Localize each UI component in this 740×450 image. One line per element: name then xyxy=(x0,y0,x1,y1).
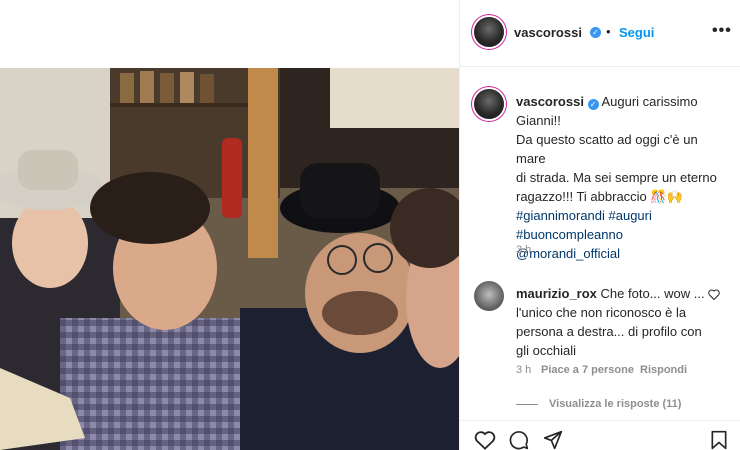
view-replies-button[interactable]: Visualizza le risposte (11) xyxy=(549,398,681,410)
comment-reply-button[interactable]: Rispondi xyxy=(640,364,687,376)
post-media-area xyxy=(0,0,459,450)
caption-line-2: Gianni!! xyxy=(516,113,561,128)
caption-emoji: 🎊🙌 xyxy=(650,189,683,204)
caption-hashtags-2[interactable]: #buoncompleanno xyxy=(516,225,726,244)
comment-body: maurizio_rox Che foto... wow ... l'unico… xyxy=(516,284,706,360)
caption-line-4: di strada. Ma sei sempre un eterno xyxy=(516,170,717,185)
comment-icon[interactable] xyxy=(508,430,530,450)
caption-mention[interactable]: @morandi_official xyxy=(516,244,726,263)
caption-author-avatar[interactable] xyxy=(474,89,504,119)
actions-divider xyxy=(460,420,740,421)
post-side-panel: vascorossi ✓ • Segui ••• vascorossi ✓ Au… xyxy=(460,0,740,450)
post-photo[interactable] xyxy=(0,68,459,450)
caption-hashtags-1[interactable]: #giannimorandi #auguri xyxy=(516,206,726,225)
author-avatar[interactable] xyxy=(474,17,504,47)
post-caption: vascorossi ✓ Auguri carissimo Gianni!! D… xyxy=(516,92,726,263)
comment-like-heart-icon[interactable] xyxy=(708,289,720,300)
follow-button[interactable]: Segui xyxy=(619,25,654,40)
author-username[interactable]: vascorossi xyxy=(514,25,582,40)
commenter-avatar[interactable] xyxy=(474,281,504,311)
caption-line-3: Da questo scatto ad oggi c'è un mare xyxy=(516,132,698,166)
caption-timestamp[interactable]: 3 h xyxy=(516,244,531,256)
caption-line-1: Auguri carissimo xyxy=(601,94,698,109)
caption-line-5: ragazzo!!! Ti abbraccio xyxy=(516,189,647,204)
verified-badge-icon: ✓ xyxy=(587,99,599,110)
more-options-icon[interactable]: ••• xyxy=(712,22,732,40)
bookmark-icon[interactable] xyxy=(710,430,728,450)
replies-divider-line xyxy=(516,404,538,405)
comment-timestamp[interactable]: 3 h xyxy=(516,364,531,376)
post-header: vascorossi ✓ • Segui ••• xyxy=(460,0,740,67)
heart-icon[interactable] xyxy=(474,430,496,450)
header-separator: • xyxy=(606,24,611,39)
verified-badge-icon: ✓ xyxy=(590,27,601,38)
caption-username[interactable]: vascorossi xyxy=(516,94,584,109)
comment-username[interactable]: maurizio_rox xyxy=(516,286,597,301)
comment-likes-count[interactable]: Piace a 7 persone xyxy=(541,364,634,376)
send-icon[interactable] xyxy=(542,430,564,450)
